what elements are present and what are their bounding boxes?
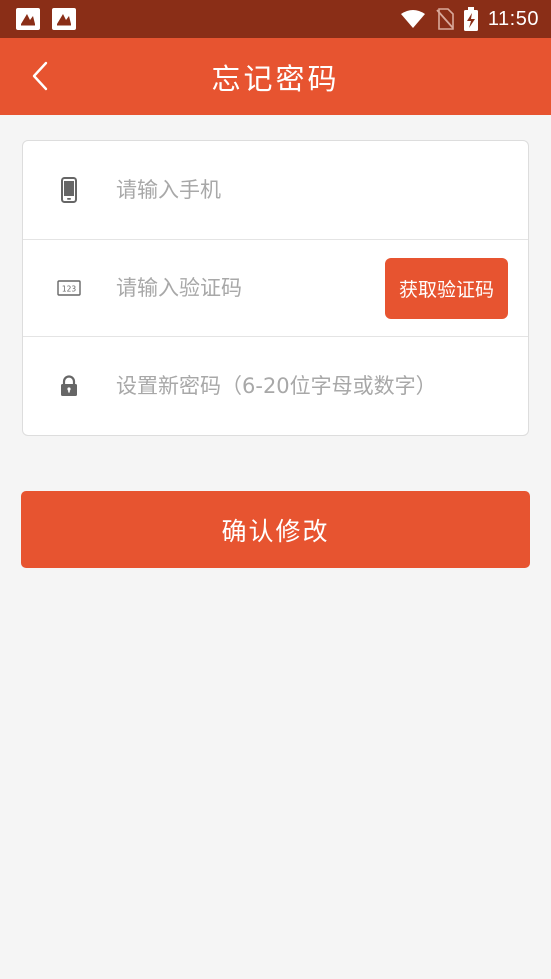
password-row (23, 337, 528, 435)
notification-area (16, 8, 76, 30)
chevron-left-icon (32, 61, 48, 91)
svg-text:123: 123 (62, 285, 77, 294)
phone-input[interactable] (116, 170, 506, 210)
page-title: 忘记密码 (211, 61, 340, 96)
app-notification-icon (16, 8, 40, 30)
new-password-input[interactable] (116, 366, 511, 406)
battery-charging-icon (463, 7, 478, 31)
phone-row (23, 141, 528, 240)
get-code-button[interactable]: 获取验证码 (385, 258, 508, 319)
code-123-icon: 123 (57, 273, 81, 303)
system-status: 11:50 (400, 7, 539, 31)
back-button[interactable] (24, 56, 56, 96)
lock-icon (57, 371, 81, 401)
no-sim-icon (436, 8, 454, 30)
app-bar: 忘记密码 (0, 38, 551, 115)
status-bar: 11:50 (0, 0, 551, 38)
confirm-button[interactable]: 确认修改 (21, 491, 530, 568)
code-row: 123 获取验证码 (23, 240, 528, 337)
verification-code-input[interactable] (116, 268, 376, 308)
status-time: 11:50 (487, 7, 539, 30)
phone-icon (57, 175, 81, 205)
app-notification-icon (52, 8, 76, 30)
form-card: 123 获取验证码 (22, 140, 529, 436)
wifi-icon (400, 10, 425, 28)
